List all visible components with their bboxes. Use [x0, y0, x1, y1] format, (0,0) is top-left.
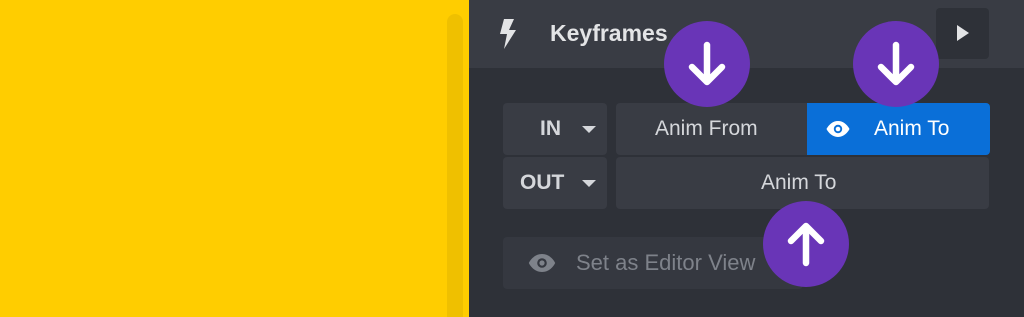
annotation-arrow-down-2 — [853, 21, 939, 107]
out-anim-to-label: Anim To — [761, 171, 837, 194]
canvas-scrollbar[interactable] — [447, 14, 463, 317]
eye-icon — [826, 121, 850, 137]
set-editor-view-button[interactable]: Set as Editor View — [503, 237, 803, 289]
play-button[interactable] — [936, 8, 989, 59]
arrow-down-icon — [688, 41, 726, 86]
anim-to-label: Anim To — [874, 117, 950, 140]
set-editor-view-label: Set as Editor View — [576, 250, 756, 275]
anim-from-label: Anim From — [655, 117, 758, 140]
anim-to-button-active[interactable]: Anim To — [807, 103, 990, 155]
arrow-down-icon — [877, 41, 915, 86]
lightning-bolt-icon — [499, 19, 517, 49]
in-select[interactable]: IN — [503, 103, 607, 155]
arrow-up-icon — [787, 222, 825, 267]
annotation-arrow-up — [763, 201, 849, 287]
anim-from-button[interactable]: Anim From — [616, 103, 811, 155]
chevron-down-icon — [582, 126, 596, 133]
out-select-label: OUT — [520, 171, 565, 194]
out-select[interactable]: OUT — [503, 157, 607, 209]
panel-title: Keyframes — [550, 20, 668, 46]
eye-icon — [528, 254, 556, 272]
canvas-area — [0, 0, 469, 317]
in-select-label: IN — [540, 117, 561, 140]
play-icon — [957, 25, 969, 41]
chevron-down-icon — [582, 180, 596, 187]
annotation-arrow-down-1 — [664, 21, 750, 107]
